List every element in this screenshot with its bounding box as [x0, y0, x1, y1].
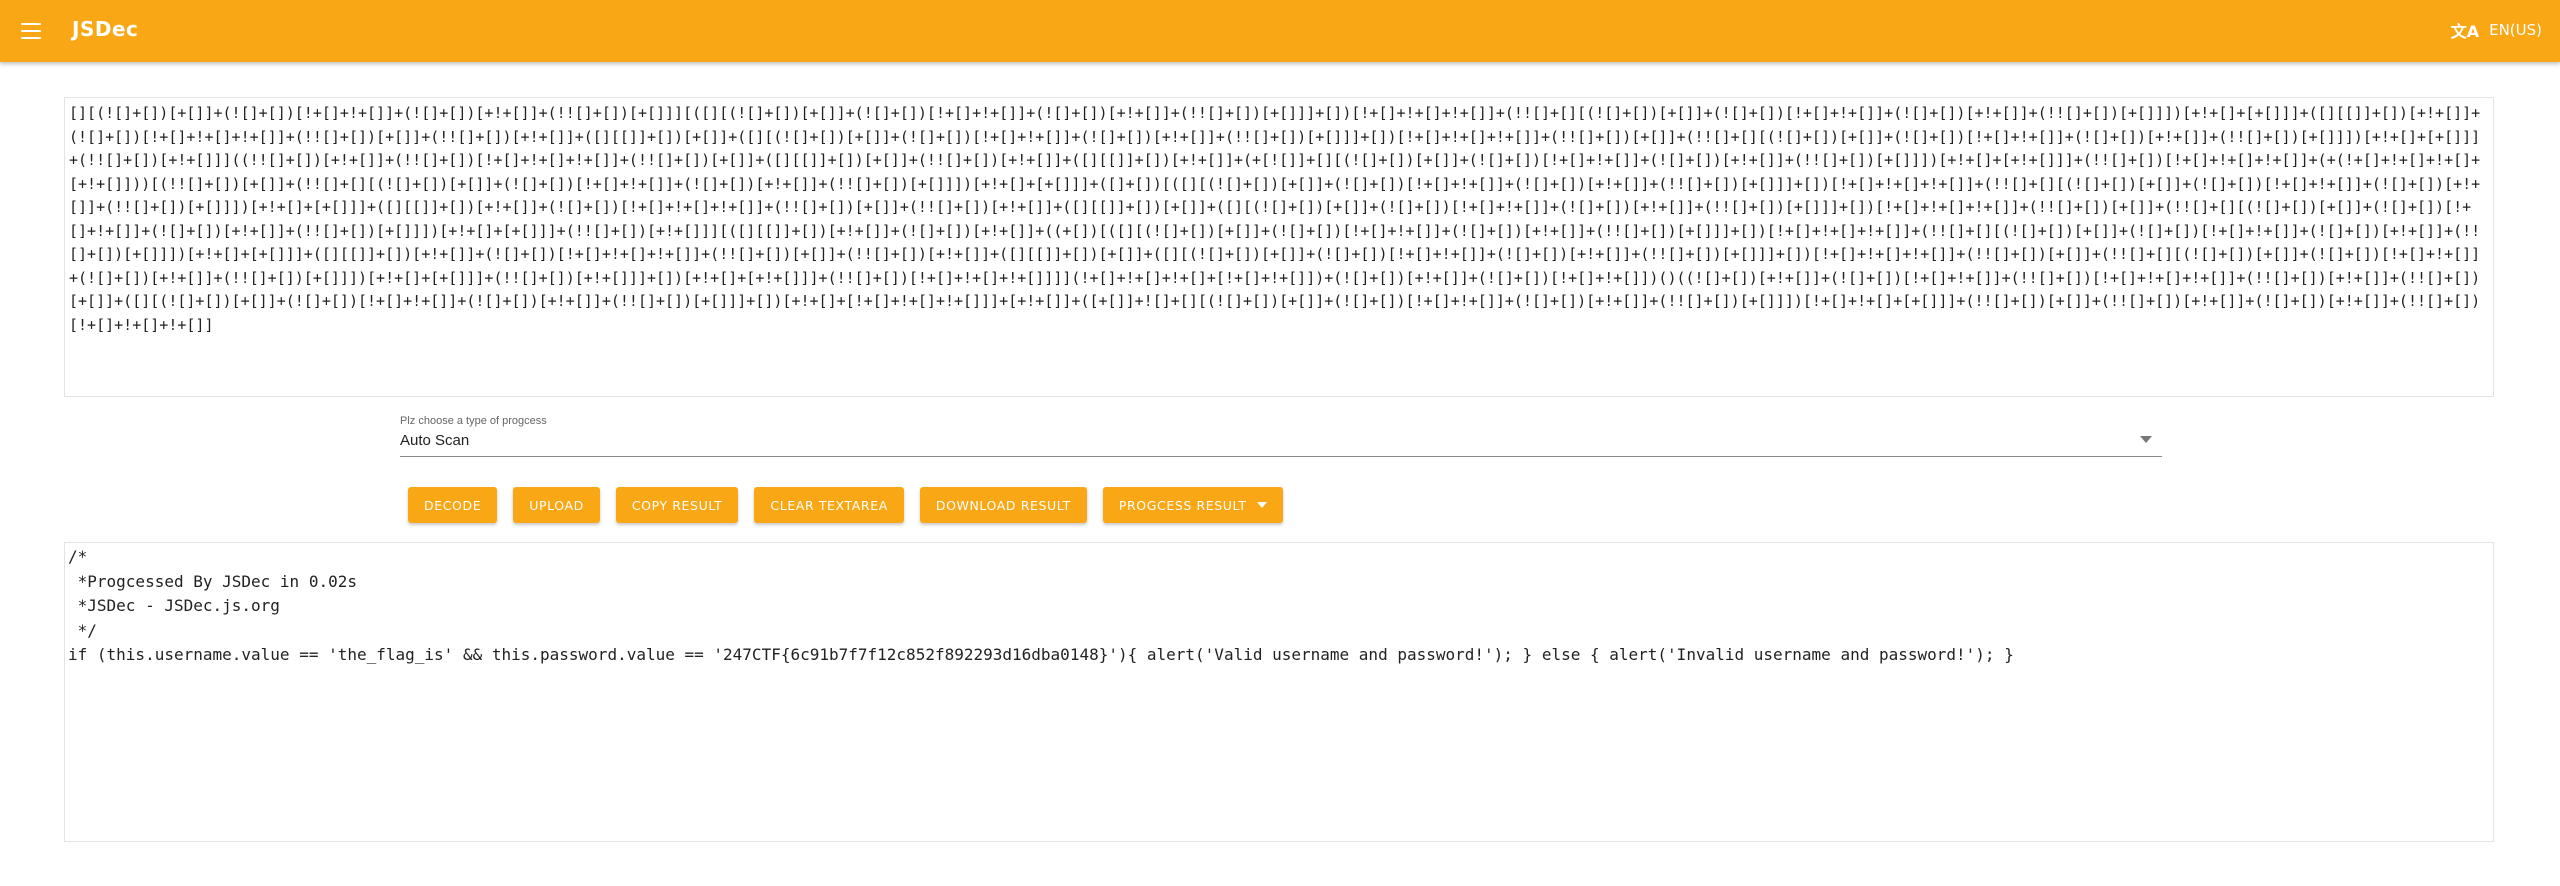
upload-button[interactable]: UPLOAD: [513, 487, 600, 523]
action-toolbar: DECODE UPLOAD COPY RESULT CLEAR TEXTAREA…: [408, 487, 1283, 523]
process-type-select[interactable]: Plz choose a type of progcess Auto Scan: [400, 412, 2162, 457]
caret-down-icon: [2140, 436, 2152, 443]
app-bar: JSDec 文A EN(US): [0, 0, 2560, 62]
dropdown-caret-icon: [1256, 502, 1267, 508]
process-result-button[interactable]: PROGCESS RESULT: [1102, 487, 1283, 523]
output-textarea[interactable]: /* *Progcessed By JSDec in 0.02s *JSDec …: [64, 542, 2494, 842]
process-result-label: PROGCESS RESULT: [1118, 497, 1247, 513]
input-textarea[interactable]: [][(![]+[])[+[]]+(![]+[])[!+[]+!+[]]+(![…: [64, 97, 2494, 397]
process-type-label: Plz choose a type of progcess: [400, 415, 547, 427]
process-type-value: Auto Scan: [400, 432, 470, 449]
copy-result-button[interactable]: COPY RESULT: [615, 487, 739, 523]
language-selector[interactable]: 文A EN(US): [2451, 18, 2542, 42]
download-result-button[interactable]: DOWNLOAD RESULT: [919, 487, 1087, 523]
decode-button[interactable]: DECODE: [408, 487, 498, 523]
app-title[interactable]: JSDec: [72, 17, 138, 41]
clear-textarea-button[interactable]: CLEAR TEXTAREA: [754, 487, 904, 523]
language-label: EN(US): [2489, 21, 2542, 39]
menu-icon[interactable]: [16, 16, 46, 46]
translate-icon: 文A: [2450, 22, 2480, 41]
